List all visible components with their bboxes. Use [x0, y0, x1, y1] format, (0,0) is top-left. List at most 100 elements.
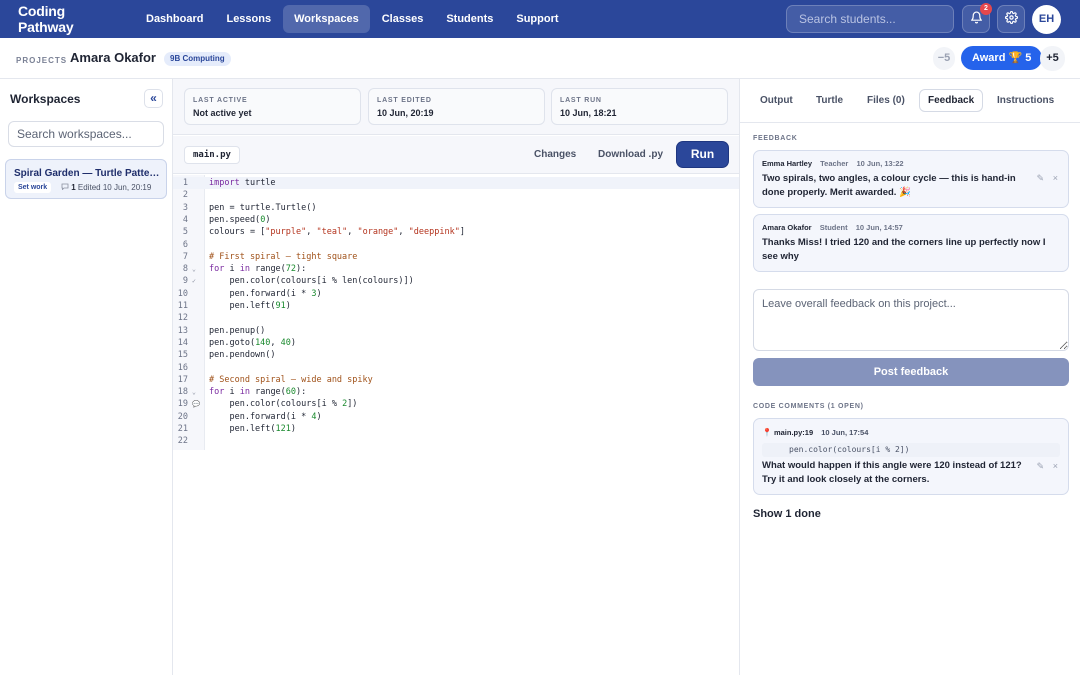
- edit-icon[interactable]: ✎: [1037, 173, 1045, 183]
- nav-link-workspaces[interactable]: Workspaces: [283, 5, 370, 33]
- nav-link-dashboard[interactable]: Dashboard: [135, 5, 214, 33]
- tab-instructions[interactable]: Instructions: [989, 89, 1062, 112]
- code-line[interactable]: 4 pen.speed(0): [173, 214, 739, 226]
- file-tab-main[interactable]: main.py: [184, 146, 240, 164]
- code-line[interactable]: 3 pen = turtle.Turtle(): [173, 202, 739, 214]
- class-chip: 9B Computing: [164, 52, 231, 66]
- code-line[interactable]: 18 ⌄ for i in range(60):: [173, 386, 739, 398]
- sidebar-title: Workspaces: [10, 92, 81, 106]
- line-number: 12: [177, 313, 188, 324]
- changes-button[interactable]: Changes: [534, 149, 576, 160]
- tab-files[interactable]: Files (0): [859, 89, 913, 112]
- comment-role: Student: [819, 223, 848, 232]
- nav-link-lessons[interactable]: Lessons: [215, 5, 282, 33]
- code-line[interactable]: 17 # Second spiral — wide and spiky: [173, 374, 739, 386]
- code-line[interactable]: 2: [173, 189, 739, 201]
- student-search-input[interactable]: [786, 5, 954, 33]
- stat-last-edited: LAST EDITED 10 Jun, 20:19: [368, 88, 545, 125]
- editor-area: LAST ACTIVE Not active yet LAST EDITED 1…: [173, 79, 739, 675]
- comment-marker-icon[interactable]: 💬: [192, 398, 200, 410]
- fold-chevron-icon[interactable]: ⌄: [192, 263, 196, 275]
- code-text: pen.goto(140, 40): [209, 337, 297, 348]
- pin-icon: 📍: [762, 428, 772, 437]
- comment-role: Teacher: [820, 159, 849, 168]
- code-text: import turtle: [209, 178, 276, 188]
- line-number: 3: [182, 202, 188, 213]
- tab-turtle[interactable]: Turtle: [808, 89, 851, 112]
- code-text: for i in range(72):: [209, 264, 307, 275]
- code-text: pen.forward(i * 4): [209, 411, 322, 422]
- code-line[interactable]: 21 pen.left(121): [173, 423, 739, 435]
- nav-link-students[interactable]: Students: [435, 5, 504, 33]
- line-number: 16: [177, 362, 188, 373]
- code-line[interactable]: 14 pen.goto(140, 40): [173, 337, 739, 349]
- comment-body: Thanks Miss! I tried 120 and the corners…: [762, 237, 1046, 262]
- code-text: pen.color(colours[i % len(colours)]): [209, 276, 414, 287]
- code-line[interactable]: 9 ✓ pen.color(colours[i % len(colours)]): [173, 275, 739, 287]
- code-text: colours = ["purple", "teal", "orange", "…: [209, 227, 465, 238]
- code-comment: 📍 main.py:19 10 Jun, 17:54 pen.color(colo…: [753, 418, 1069, 495]
- tab-feedback[interactable]: Feedback: [919, 89, 984, 112]
- notifications-button[interactable]: 2: [962, 3, 992, 33]
- brand-logo[interactable]: Coding Pathway: [18, 3, 118, 35]
- code-line[interactable]: 1 import turtle: [173, 177, 739, 190]
- award-points-button[interactable]: Award 🏆 5: [961, 46, 1043, 70]
- collapse-sidebar-button[interactable]: «: [144, 89, 163, 108]
- status-badge: Set work: [14, 182, 52, 193]
- line-number: 4: [182, 214, 188, 225]
- workspace-item[interactable]: Spiral Garden — Turtle Patterns Set work…: [5, 159, 167, 199]
- download-button[interactable]: Download .py: [598, 149, 663, 160]
- code-line[interactable]: 12: [173, 312, 739, 324]
- post-feedback-button[interactable]: Post feedback: [753, 358, 1069, 386]
- edit-icon[interactable]: ✎: [1037, 461, 1045, 471]
- code-line[interactable]: 20 pen.forward(i * 4): [173, 411, 739, 423]
- line-number: 1: [182, 178, 188, 188]
- feedback-textarea[interactable]: [753, 289, 1069, 351]
- code-text: # Second spiral — wide and spiky: [209, 374, 373, 385]
- feedback-comment: Amara Okafor Student 10 Jun, 14:57 Thank…: [753, 214, 1069, 272]
- nav-link-classes[interactable]: Classes: [371, 5, 435, 33]
- breadcrumb-projects[interactable]: PROJECTS: [16, 56, 67, 65]
- code-line[interactable]: 16: [173, 362, 739, 374]
- code-line[interactable]: 13 pen.penup(): [173, 325, 739, 337]
- close-icon[interactable]: ×: [1053, 173, 1058, 183]
- code-line[interactable]: 19 💬 pen.color(colours[i % 2]): [173, 398, 739, 410]
- comment-body: Two spirals, two angles, a colour cycle …: [762, 173, 1016, 198]
- code-comment-location[interactable]: main.py:19: [774, 428, 813, 437]
- code-line[interactable]: 8 ⌄ for i in range(72):: [173, 263, 739, 275]
- code-line[interactable]: 7 # First spiral — tight square: [173, 251, 739, 263]
- fold-chevron-icon[interactable]: ⌄: [192, 386, 196, 398]
- stat-value: 10 Jun, 18:21: [560, 108, 617, 118]
- code-editor[interactable]: 1 import turtle 2 3 pen = turtle.Turtle() 4 pe…: [173, 175, 739, 675]
- run-button[interactable]: Run: [677, 142, 728, 167]
- user-avatar[interactable]: EH: [1032, 5, 1061, 34]
- code-line[interactable]: 22: [173, 435, 739, 447]
- line-number: 17: [177, 374, 188, 385]
- code-text: pen.forward(i * 3): [209, 288, 322, 299]
- comment-actions: ✎ ×: [1037, 173, 1058, 184]
- deduct-points-button[interactable]: −5: [933, 47, 955, 70]
- code-line[interactable]: 11 pen.left(91): [173, 300, 739, 312]
- panel-tabs: Output Turtle Files (0) Feedback Instruc…: [740, 79, 1080, 123]
- stat-label: LAST RUN: [560, 97, 602, 104]
- workspaces-sidebar: Workspaces « Spiral Garden — Turtle Patt…: [0, 79, 173, 675]
- comment-time: 10 Jun, 14:57: [855, 223, 903, 232]
- stat-label: LAST EDITED: [377, 97, 432, 104]
- nav-link-support[interactable]: Support: [505, 5, 569, 33]
- stat-label: LAST ACTIVE: [193, 97, 248, 104]
- check-icon[interactable]: ✓: [192, 275, 196, 287]
- add-points-button[interactable]: +5: [1040, 46, 1065, 71]
- close-icon[interactable]: ×: [1053, 461, 1058, 471]
- tab-output[interactable]: Output: [752, 89, 801, 112]
- code-text: pen.penup(): [209, 325, 266, 336]
- show-done-toggle[interactable]: Show 1 done: [753, 508, 821, 520]
- settings-button[interactable]: [997, 5, 1025, 33]
- code-line[interactable]: 10 pen.forward(i * 3): [173, 288, 739, 300]
- workspace-search-input[interactable]: [8, 121, 164, 147]
- comment-header: Emma Hartley Teacher 10 Jun, 13:22: [762, 159, 904, 168]
- nav-links: Dashboard Lessons Workspaces Classes Stu…: [135, 0, 571, 38]
- code-line[interactable]: 6: [173, 239, 739, 251]
- code-line[interactable]: 15 pen.pendown(): [173, 349, 739, 361]
- code-line[interactable]: 5 colours = ["purple", "teal", "orange", …: [173, 226, 739, 238]
- line-number: 20: [177, 411, 188, 422]
